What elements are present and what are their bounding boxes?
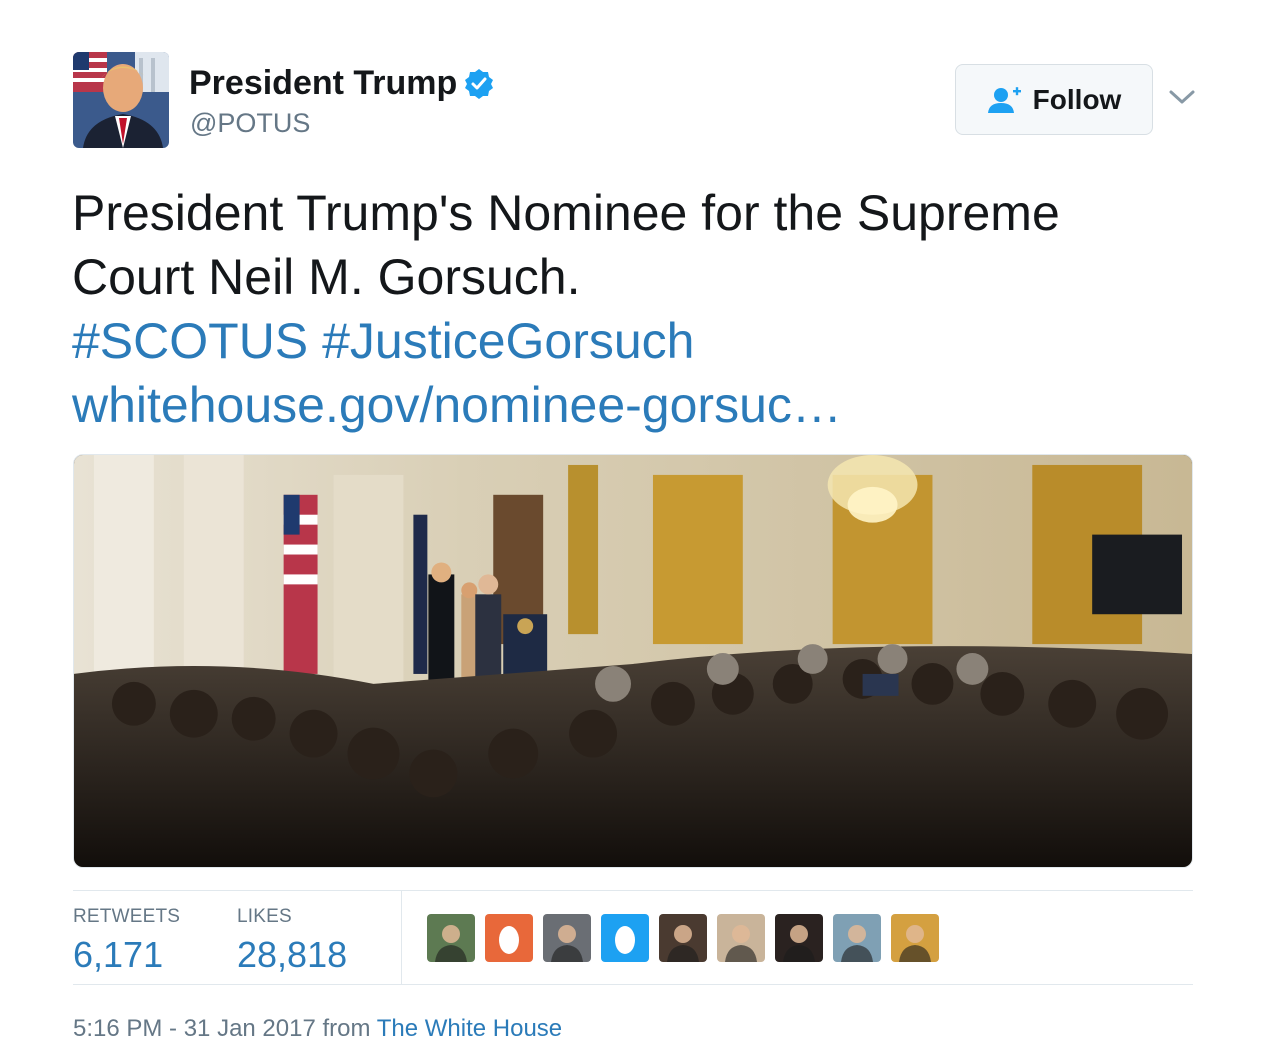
stats-bottom-divider [73,984,1193,985]
follow-button[interactable]: Follow [955,64,1153,135]
avatar-photo-icon [775,914,823,962]
author-handle[interactable]: @POTUS [190,108,310,139]
retweets-label: RETWEETS [73,906,181,927]
avatar-photo-icon [833,914,881,962]
liker-avatar[interactable] [427,914,475,962]
liker-avatar[interactable] [543,914,591,962]
hashtag-scotus[interactable]: #SCOTUS [72,313,308,369]
verified-badge-icon [465,68,494,99]
stats-top-divider [73,890,1193,891]
liker-avatar[interactable] [833,914,881,962]
avatar-photo-icon [717,914,765,962]
tweet-timestamp[interactable]: 5:16 PM - 31 Jan 2017 [73,1015,316,1042]
tweet-link[interactable]: whitehouse.gov/nominee-gorsuc… [72,373,1192,437]
likes-stat[interactable]: LIKES 28,818 [237,906,347,976]
profile-photo [73,52,169,148]
avatar-photo-icon [659,914,707,962]
follow-button-label: Follow [1032,83,1122,115]
tweet-text: President Trump's Nominee for the Suprem… [72,181,1192,437]
tweet-meta: 5:16 PM - 31 Jan 2017 from The White Hou… [73,1015,562,1043]
default-egg-avatar-icon [485,914,533,962]
tweet-source[interactable]: The White House [377,1015,562,1042]
retweets-count: 6,171 [73,934,164,975]
liker-avatar[interactable] [775,914,823,962]
liker-avatars [427,914,939,962]
chevron-down-icon[interactable] [1167,84,1197,110]
hashtag-justicegorsuch[interactable]: #JusticeGorsuch [322,313,694,369]
avatar-photo-icon [543,914,591,962]
liker-avatar[interactable] [485,914,533,962]
liker-avatar[interactable] [601,914,649,962]
stats-separator [401,891,402,984]
author-display-name[interactable]: President Trump [189,64,495,103]
tweet-body: President Trump's Nominee for the Suprem… [72,185,1060,305]
liker-avatar[interactable] [891,914,939,962]
display-name-text: President Trump [189,64,458,102]
default-egg-avatar-icon [601,914,649,962]
liker-avatar[interactable] [659,914,707,962]
tweet-photo[interactable] [73,454,1193,868]
from-label: from [315,1015,377,1042]
avatar-photo-icon [427,914,475,962]
avatar-photo-icon [891,914,939,962]
author-avatar[interactable] [73,52,169,148]
liker-avatar[interactable] [717,914,765,962]
event-photo [74,455,1192,867]
likes-label: LIKES [237,906,292,927]
likes-count: 28,818 [237,934,348,975]
retweets-stat[interactable]: RETWEETS 6,171 [73,906,180,976]
add-user-icon [987,86,1021,113]
